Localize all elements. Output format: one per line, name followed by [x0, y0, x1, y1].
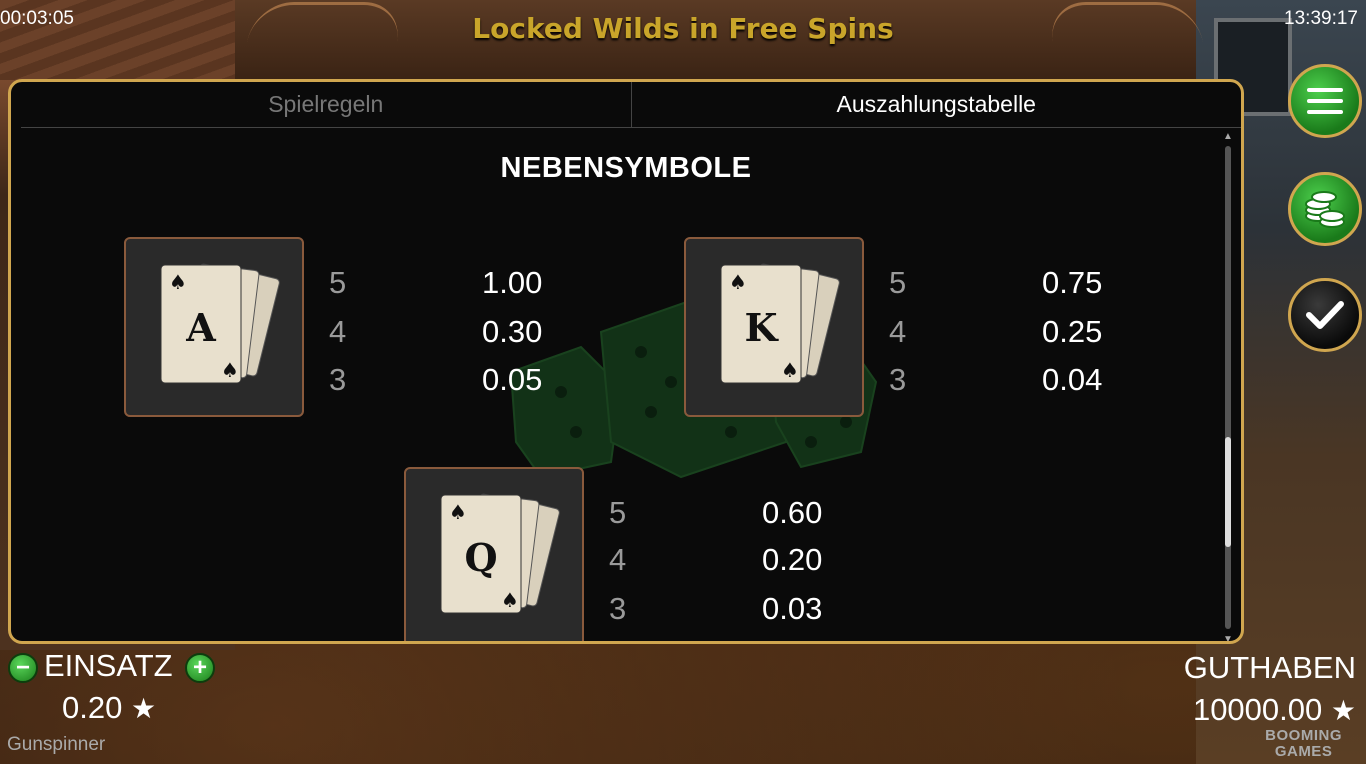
increase-bet-button[interactable]: + — [185, 653, 215, 683]
queen-cards-icon: ♠ ♠ Q — [440, 493, 560, 614]
payout-count: 3 — [889, 362, 907, 397]
game-name: Gunspinner — [7, 734, 106, 755]
brand-logo: BOOMING GAMES — [1265, 728, 1342, 760]
confirm-button[interactable] — [1288, 278, 1362, 352]
payout-count: 5 — [889, 265, 907, 300]
svg-text:♠: ♠ — [169, 270, 187, 294]
payout-row: 5 — [329, 265, 346, 301]
payout-value: 0.04 — [1042, 362, 1103, 397]
svg-text:♠: ♠ — [729, 270, 747, 294]
ace-cards-icon: ♠ ♠ A — [160, 263, 280, 384]
svg-text:♠: ♠ — [449, 500, 467, 524]
card-letter: A — [185, 305, 216, 350]
bet-coins-button[interactable] — [1288, 172, 1362, 246]
balance-label: GUTHABEN — [1183, 650, 1356, 685]
tab-game-rules[interactable]: Spielregeln — [21, 82, 632, 127]
tab-paytable[interactable]: Auszahlungstabelle — [632, 82, 1242, 127]
payout-value: 0.60 — [762, 495, 823, 530]
tab-bar: Spielregeln Auszahlungstabelle — [21, 82, 1241, 128]
payout-value: 0.05 — [482, 362, 543, 397]
payout-value: 0.03 — [762, 591, 823, 626]
payout-count: 4 — [329, 314, 347, 349]
bet-amount: 0.20 — [62, 690, 123, 725]
brand-line: GAMES — [1274, 743, 1333, 760]
star-icon: ★ — [1330, 695, 1356, 726]
scrollbar[interactable]: ▲ ▼ — [1223, 132, 1233, 642]
scroll-track[interactable] — [1225, 146, 1231, 629]
payout-count: 5 — [609, 495, 627, 530]
payout-value: 0.30 — [482, 314, 543, 349]
svg-text:♠: ♠ — [501, 588, 519, 612]
balance-value-display: 10000.00 ★ — [1193, 692, 1356, 728]
symbol-tile-queen: ♠ ♠ Q — [404, 467, 584, 641]
symbol-tile-ace: ♠ ♠ A — [124, 237, 304, 417]
bet-value-display: 0.20 ★ — [62, 690, 156, 726]
payout-value: 0.20 — [762, 542, 823, 577]
payout-value: 1.00 — [482, 265, 543, 300]
svg-text:♠: ♠ — [221, 358, 239, 382]
symbol-tile-king: ♠ ♠ K — [684, 237, 864, 417]
coins-icon — [1305, 191, 1345, 228]
scroll-up-icon[interactable]: ▲ — [1223, 132, 1233, 142]
payout-count: 5 — [329, 265, 347, 300]
payout-value: 0.25 — [1042, 314, 1103, 349]
payout-value: 0.75 — [1042, 265, 1103, 300]
scroll-thumb[interactable] — [1225, 437, 1231, 547]
balance-amount: 10000.00 — [1192, 692, 1323, 727]
payout-count: 4 — [889, 314, 907, 349]
payout-count: 3 — [609, 591, 627, 626]
hamburger-menu-icon — [1307, 88, 1343, 114]
checkmark-icon — [1306, 301, 1344, 329]
scroll-down-icon[interactable]: ▼ — [1223, 635, 1233, 642]
payout-count: 3 — [329, 362, 347, 397]
king-cards-icon: ♠ ♠ K — [720, 263, 840, 384]
card-letter: Q — [464, 535, 497, 580]
decrease-bet-button[interactable]: − — [8, 653, 38, 683]
svg-text:♠: ♠ — [781, 358, 799, 382]
paytable-panel: Spielregeln Auszahlungstabelle ♠ ♠ A 5 1… — [8, 79, 1244, 644]
bet-label: EINSATZ — [44, 648, 173, 683]
game-title: Locked Wilds in Free Spins — [472, 12, 894, 45]
brand-line: BOOMING — [1265, 727, 1342, 744]
section-title: NEBENSYMBOLE — [500, 152, 752, 184]
star-icon: ★ — [130, 693, 157, 724]
payout-count: 4 — [609, 542, 627, 577]
card-letter: K — [744, 305, 779, 350]
menu-button[interactable] — [1288, 64, 1362, 138]
